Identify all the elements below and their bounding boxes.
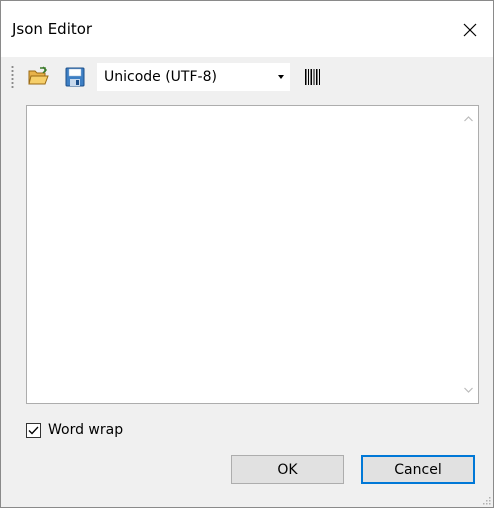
resize-grip-icon[interactable] (481, 495, 491, 505)
encoding-selected-value: Unicode (UTF-8) (104, 69, 217, 85)
word-wrap-checkbox[interactable] (26, 422, 41, 438)
cancel-button[interactable]: Cancel (361, 455, 475, 484)
toolbar: Unicode (UTF-8) (1, 57, 493, 95)
open-folder-icon (28, 66, 49, 85)
chevron-down-icon (278, 75, 284, 79)
close-icon (463, 23, 477, 37)
toolbar-grip[interactable] (11, 65, 14, 89)
barcode-button[interactable] (301, 66, 323, 88)
checkmark-icon (28, 426, 39, 434)
word-wrap-option[interactable]: Word wrap (26, 420, 123, 440)
json-text-editor[interactable] (26, 105, 479, 404)
save-icon (65, 67, 85, 87)
scroll-down-icon[interactable] (463, 384, 474, 395)
vertical-scrollbar[interactable] (459, 106, 478, 403)
json-editor-dialog: Json Editor Unicode (UTF-8) Word wrap OK… (0, 0, 494, 508)
encoding-dropdown[interactable]: Unicode (UTF-8) (97, 63, 290, 91)
scroll-up-icon[interactable] (463, 114, 474, 125)
barcode-icon (305, 69, 320, 85)
open-button[interactable] (27, 66, 49, 88)
ok-button[interactable]: OK (231, 455, 344, 484)
word-wrap-label: Word wrap (48, 422, 124, 438)
close-button[interactable] (447, 13, 493, 47)
title-bar[interactable]: Json Editor (1, 1, 493, 57)
window-title: Json Editor (12, 20, 93, 38)
save-button[interactable] (64, 66, 86, 88)
